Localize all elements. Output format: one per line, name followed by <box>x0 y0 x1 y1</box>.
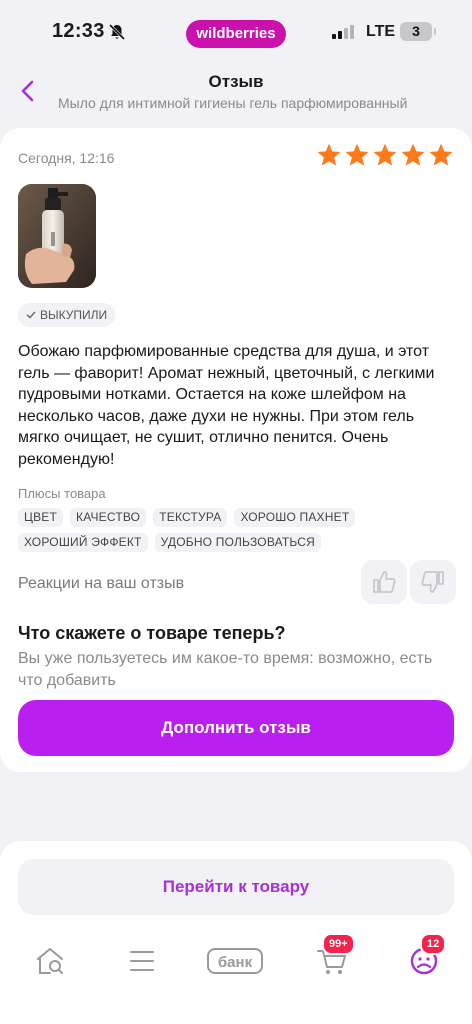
prompt-text: Вы уже пользуетесь им какое-то время: во… <box>18 650 433 689</box>
pros-label: Плюсы товара <box>18 486 106 501</box>
cart-badge: 99+ <box>322 933 355 955</box>
check-icon <box>26 311 36 319</box>
star-icon <box>429 143 453 166</box>
pros-tag: ЦВЕТ <box>18 508 64 527</box>
status-bar: 12:33 wildberries LTE 3 <box>0 0 472 64</box>
prompt-title: Что скажете о товаре теперь? <box>18 623 286 643</box>
bank-label: банк <box>218 954 253 971</box>
pros-tag: ХОРОШИЙ ЭФФЕКТ <box>18 533 148 552</box>
pros-tag: УДОБНО ПОЛЬЗОВАТЬСЯ <box>154 533 321 552</box>
like-button[interactable] <box>361 560 407 604</box>
extend-review-button[interactable]: Дополнить отзыв <box>18 700 454 756</box>
star-icon <box>373 143 397 166</box>
dislike-button[interactable] <box>410 560 456 604</box>
review-photo[interactable] <box>18 184 96 288</box>
review-text: Обожаю парфюмированные средства для душа… <box>18 343 435 468</box>
rating-stars <box>316 142 454 168</box>
page-title: Отзыв <box>208 72 264 91</box>
reactions-label: Реакции на ваш отзыв <box>18 575 185 592</box>
review-date: Сегодня, 12:16 <box>18 150 115 166</box>
star-icon <box>401 143 425 166</box>
brand-logo: wildberries <box>186 20 286 48</box>
tab-bar: банк 99+ 12 <box>0 933 472 1001</box>
bell-off-icon <box>108 23 126 41</box>
signal-icon <box>332 25 354 39</box>
bought-label: ВЫКУПИЛИ <box>40 308 108 322</box>
pros-tag: КАЧЕСТВО <box>70 508 147 527</box>
thumbs-up-icon <box>373 571 396 593</box>
pros-tag: ХОРОШО ПАХНЕТ <box>234 508 356 527</box>
thumbs-down-icon <box>421 571 444 593</box>
catalog-menu-icon[interactable] <box>122 941 162 981</box>
bought-badge: ВЫКУПИЛИ <box>18 303 116 327</box>
pros-tag: ТЕКСТУРА <box>153 508 228 527</box>
battery-indicator: 3 <box>400 22 436 41</box>
status-time: 12:33 <box>52 20 105 42</box>
star-icon <box>317 143 341 166</box>
pros-tags: ЦВЕТ КАЧЕСТВО ТЕКСТУРА ХОРОШО ПАХНЕТ ХОР… <box>18 508 438 552</box>
product-name: Мыло для интимной гигиены гель парфюмиро… <box>58 95 408 111</box>
bottom-panel: Перейти к товару банк 99+ 12 <box>0 841 472 1024</box>
bank-icon[interactable]: банк <box>206 941 264 981</box>
profile-badge: 12 <box>420 933 447 955</box>
go-to-product-button[interactable]: Перейти к товару <box>18 859 454 915</box>
home-search-icon[interactable] <box>30 941 70 981</box>
star-icon <box>345 143 369 166</box>
product-photo-image <box>18 184 96 288</box>
header: Отзыв Мыло для интимной гигиены гель пар… <box>0 64 472 124</box>
network-label: LTE <box>366 23 396 40</box>
review-card: Сегодня, 12:16 ВЫКУПИЛИ Обожаю парфюмиро… <box>0 128 472 772</box>
